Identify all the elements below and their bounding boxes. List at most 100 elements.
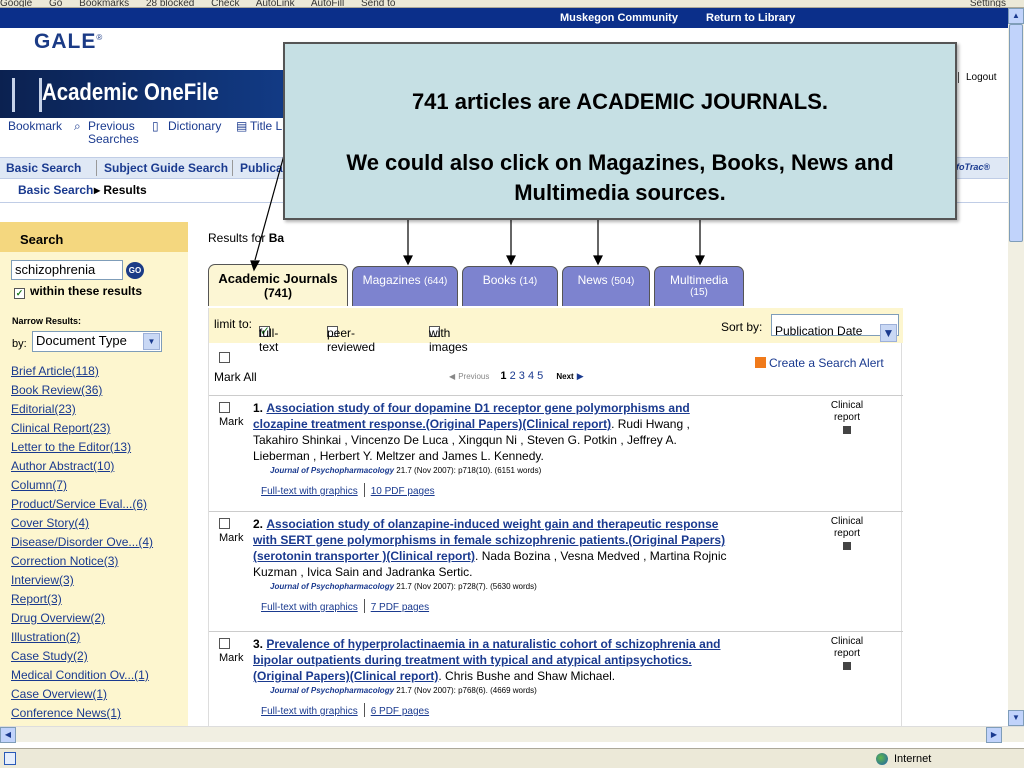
content-type-badge: Clinical report (825, 636, 869, 674)
toolbar-item[interactable]: AutoFill (311, 0, 344, 7)
arrowhead (593, 255, 603, 266)
limit-to-label: limit to: (214, 317, 253, 331)
chevron-down-icon[interactable]: ▼ (880, 324, 897, 342)
pdf-pages-link[interactable]: 10 PDF pages (371, 486, 435, 497)
narrow-results-item[interactable]: Clinical Report(23) (11, 421, 153, 440)
narrow-results-item[interactable]: Disease/Disorder Ove...(4) (11, 535, 153, 554)
narrow-results-item[interactable]: Product/Service Eval...(6) (11, 497, 153, 516)
narrow-results-item[interactable]: Author Abstract(10) (11, 459, 153, 478)
result-authors: . Chris Bushe and Shaw Michael. (438, 669, 616, 683)
mark-all-checkbox[interactable] (219, 352, 230, 363)
scroll-right-icon[interactable]: ▶ (986, 727, 1002, 743)
narrow-results-item[interactable]: Correction Notice(3) (11, 554, 153, 573)
toolbar-item[interactable]: Send to (361, 0, 395, 7)
browser-toolbar: Google Go Bookmarks 28 blocked Check Aut… (0, 0, 1024, 8)
toolbar-item[interactable]: Check (211, 0, 239, 7)
fulltext-graphics-link[interactable]: Full-text with graphics (261, 706, 358, 717)
result-number: 3. (253, 637, 264, 651)
create-search-alert[interactable]: Create a Search Alert (755, 356, 884, 370)
mark-checkbox[interactable] (219, 402, 230, 413)
mark-checkbox[interactable] (219, 638, 230, 649)
within-results-checkbox[interactable]: ✓ (14, 288, 25, 299)
result-number: 2. (253, 517, 264, 531)
pager-page[interactable]: 2 (510, 370, 516, 382)
chevron-down-icon[interactable]: ▼ (143, 333, 160, 350)
document-type-select[interactable]: Document Type ▼ (32, 331, 162, 352)
scroll-left-icon[interactable]: ◀ (0, 727, 16, 743)
narrow-results-item[interactable]: Editorial(23) (11, 402, 153, 421)
left-sidebar: Search schizophrenia GO ✓ within these re… (0, 222, 188, 726)
result-citation: Journal of Psychopharmacology 21.7 (Nov … (270, 582, 537, 591)
status-bar: Internet (0, 748, 1024, 768)
globe-icon (876, 753, 888, 765)
results-panel: limit to: ✓ full-text peer-reviewed with … (208, 308, 903, 726)
narrow-results-item[interactable]: Brief Article(118) (11, 364, 153, 383)
scroll-down-icon[interactable]: ▼ (1008, 710, 1024, 726)
result-body: 2. Association study of olanzapine-induc… (253, 516, 733, 616)
result-mark[interactable]: Mark (219, 518, 243, 545)
sort-select[interactable]: Publication Date ▼ (771, 314, 899, 342)
narrow-results-item[interactable]: Column(7) (11, 478, 153, 497)
result-body: 1. Association study of four dopamine D1… (253, 400, 733, 500)
vertical-scrollbar[interactable]: ▲ ▼ (1008, 8, 1024, 726)
toolbar-item[interactable]: Google (0, 0, 32, 7)
arrow-to-academic (254, 147, 287, 261)
toolbar-item[interactable]: 28 blocked (146, 0, 194, 7)
toolbar-item[interactable]: Bookmarks (79, 0, 129, 7)
result-citation: Journal of Psychopharmacology 21.7 (Nov … (270, 466, 542, 475)
toolbar-item[interactable]: AutoLink (256, 0, 295, 7)
pager-next[interactable]: Next (556, 372, 573, 381)
callout-line-2: We could also click on Magazines, Books,… (346, 150, 894, 205)
within-results-option[interactable]: ✓ within these results (14, 284, 142, 299)
result-citation: Journal of Psychopharmacology 21.7 (Nov … (270, 686, 537, 695)
fulltext-graphics-link[interactable]: Full-text with graphics (261, 602, 358, 613)
horizontal-scrollbar[interactable]: ◀ ▶ (0, 726, 1024, 743)
pager-page[interactable]: 3 (519, 370, 525, 382)
scroll-up-icon[interactable]: ▲ (1008, 8, 1024, 24)
result-mark[interactable]: Mark (219, 638, 243, 665)
narrow-results-list: Brief Article(118) Book Review(36) Editori… (11, 364, 153, 726)
narrow-results-item[interactable]: Interview(3) (11, 573, 153, 592)
arrowhead (250, 260, 261, 272)
pager-page[interactable]: 4 (528, 370, 534, 382)
narrow-results-label: Narrow Results: (12, 316, 82, 326)
pager-page-current: 1 (500, 370, 507, 382)
result-row: Mark 3. Prevalence of hyperprolactinaemia… (209, 632, 903, 726)
result-mark[interactable]: Mark (219, 402, 243, 429)
narrow-results-item[interactable]: Case Study(2) (11, 649, 153, 668)
narrow-results-item[interactable]: Report(3) (11, 592, 153, 611)
narrow-results-item[interactable]: Book Review(36) (11, 383, 153, 402)
pdf-pages-link[interactable]: 7 PDF pages (371, 602, 429, 613)
narrow-results-item[interactable]: Case Overview(1) (11, 687, 153, 706)
narrow-results-item[interactable]: Illustration(2) (11, 630, 153, 649)
arrowhead (506, 255, 516, 266)
arrowhead (403, 255, 413, 266)
result-row: Mark 1. Association study of four dopamin… (209, 396, 903, 512)
pdf-pages-link[interactable]: 6 PDF pages (371, 706, 429, 717)
document-icon (843, 426, 851, 434)
mark-all-row: Mark All ◀ Previous 1 2 3 4 5 Next ▶ Cre… (209, 344, 903, 396)
content-type-badge: Clinical report (825, 516, 869, 554)
by-label: by: (12, 338, 27, 350)
mark-checkbox[interactable] (219, 518, 230, 529)
result-number: 1. (253, 401, 264, 415)
divider (363, 599, 365, 613)
toolbar-item[interactable]: Go (49, 0, 62, 7)
page: Muskegon Community Return to Library GAL… (0, 8, 1008, 726)
content-type-badge: Clinical report (825, 400, 869, 438)
callout-line-1: 741 articles are ACADEMIC JOURNALS. (411, 89, 829, 114)
rss-icon (755, 357, 766, 368)
narrow-results-item[interactable]: Drug Overview(2) (11, 611, 153, 630)
narrow-results-item[interactable]: Letter to the Editor(13) (11, 440, 153, 459)
narrow-results-item[interactable]: Cover Story(4) (11, 516, 153, 535)
pager-page[interactable]: 5 (537, 370, 543, 382)
narrow-results-item[interactable]: Medical Condition Ov...(1) (11, 668, 153, 687)
next-icon[interactable]: ▶ (577, 371, 584, 381)
fulltext-graphics-link[interactable]: Full-text with graphics (261, 486, 358, 497)
mark-all-label: Mark All (214, 370, 257, 384)
security-zone: Internet (894, 753, 932, 765)
toolbar-item[interactable]: Settings (970, 0, 1006, 7)
scroll-thumb[interactable] (1009, 24, 1023, 242)
narrow-results-item[interactable]: Conference News(1) (11, 706, 153, 725)
arrowhead (695, 255, 705, 266)
